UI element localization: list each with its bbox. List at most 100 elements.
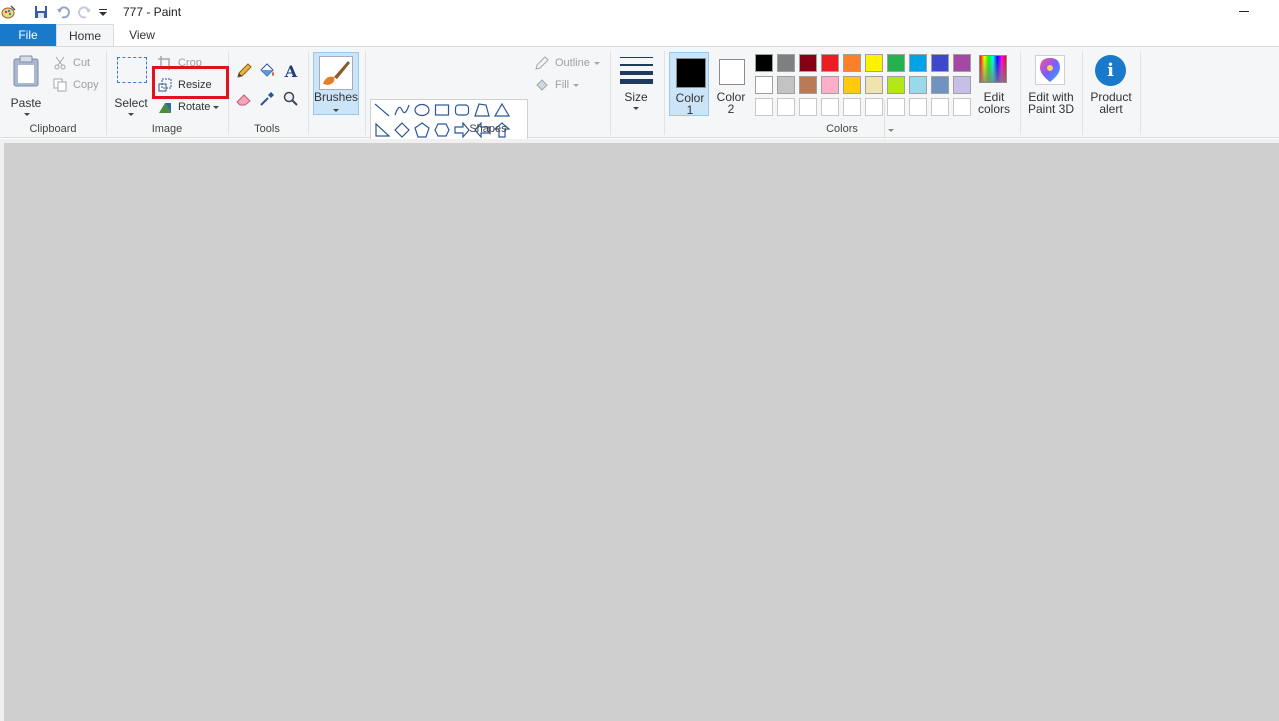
edit-colors-button[interactable]: Edit colors xyxy=(976,52,1012,116)
undo-icon[interactable] xyxy=(54,3,72,21)
separator xyxy=(308,51,309,135)
outline-button[interactable]: Outline xyxy=(534,53,600,73)
fill-bucket-icon[interactable] xyxy=(257,61,277,81)
separator xyxy=(1140,51,1141,135)
palette-swatch[interactable] xyxy=(909,98,927,116)
curve-shape-icon[interactable] xyxy=(392,100,412,120)
palette-swatch[interactable] xyxy=(865,98,883,116)
palette-swatch[interactable] xyxy=(909,54,927,72)
window-title: 777 - Paint xyxy=(123,5,182,19)
size-button[interactable]: Size xyxy=(616,53,658,113)
palette-swatch[interactable] xyxy=(821,98,839,116)
tab-view[interactable]: View xyxy=(114,24,170,46)
shapes-group-label: Shapes xyxy=(469,123,507,135)
canvas-area[interactable] xyxy=(0,139,1279,721)
clipboard-group-label: Clipboard xyxy=(29,123,77,135)
color2-label-line2: 2 xyxy=(727,102,735,116)
redo-icon[interactable] xyxy=(76,3,94,21)
palette-swatch[interactable] xyxy=(865,76,883,94)
palette-swatch[interactable] xyxy=(843,54,861,72)
rounded-rectangle-shape-icon[interactable] xyxy=(452,100,472,120)
paint3d-icon xyxy=(1035,55,1065,85)
palette-swatch[interactable] xyxy=(909,76,927,94)
text-tool-icon[interactable]: A xyxy=(281,61,301,81)
copy-icon xyxy=(52,77,68,93)
palette-swatch[interactable] xyxy=(887,76,905,94)
brushes-dropdown-icon xyxy=(333,109,339,112)
separator xyxy=(1020,51,1021,135)
palette-swatch[interactable] xyxy=(865,54,883,72)
palette-swatch[interactable] xyxy=(777,76,795,94)
palette-swatch[interactable] xyxy=(887,54,905,72)
palette-swatch[interactable] xyxy=(755,98,773,116)
minimize-button[interactable] xyxy=(1232,0,1256,22)
eraser-icon[interactable] xyxy=(234,89,254,109)
select-dropdown-icon xyxy=(128,113,134,116)
color1-button[interactable]: Color 1 xyxy=(669,52,709,117)
save-icon[interactable] xyxy=(32,3,50,21)
rotate-dropdown-icon xyxy=(213,105,220,109)
tab-home[interactable]: Home xyxy=(56,24,114,47)
ribbon-tabs: File Home View xyxy=(0,24,1279,47)
color1-swatch xyxy=(676,58,706,88)
palette-swatch[interactable] xyxy=(755,76,773,94)
palette-swatch[interactable] xyxy=(843,76,861,94)
paste-dropdown-icon xyxy=(24,113,30,116)
line-size-icon xyxy=(620,57,654,87)
title-bar: 777 - Paint xyxy=(0,0,1279,24)
triangle-shape-icon[interactable] xyxy=(492,100,512,120)
palette-swatch[interactable] xyxy=(821,76,839,94)
color-picker-icon[interactable] xyxy=(257,89,277,109)
palette-swatch[interactable] xyxy=(821,54,839,72)
palette-swatch[interactable] xyxy=(799,98,817,116)
palette-swatch[interactable] xyxy=(799,76,817,94)
palette-swatch[interactable] xyxy=(953,54,971,72)
paint-app-icon[interactable] xyxy=(0,3,18,21)
copy-label: Copy xyxy=(73,79,99,91)
line-shape-icon[interactable] xyxy=(372,100,392,120)
polygon-shape-icon[interactable] xyxy=(472,100,492,120)
outline-dropdown-icon xyxy=(593,61,600,65)
palette-swatch[interactable] xyxy=(953,76,971,94)
customize-quick-access-icon[interactable] xyxy=(96,3,110,21)
outline-label: Outline xyxy=(555,57,590,69)
copy-button[interactable]: Copy xyxy=(52,75,99,95)
fill-icon xyxy=(534,77,550,93)
fill-label: Fill xyxy=(555,79,570,91)
palette-swatch[interactable] xyxy=(931,54,949,72)
cut-label: Cut xyxy=(73,57,91,69)
color-spectrum-icon xyxy=(979,55,1007,83)
rectangle-shape-icon[interactable] xyxy=(432,100,452,120)
palette-swatch[interactable] xyxy=(953,98,971,116)
paste-label: Paste xyxy=(10,96,42,110)
palette-swatch[interactable] xyxy=(755,54,773,72)
separator xyxy=(610,51,611,135)
color2-button[interactable]: Color 2 xyxy=(711,52,751,116)
palette-swatch[interactable] xyxy=(777,98,795,116)
palette-swatch[interactable] xyxy=(777,54,795,72)
tab-file[interactable]: File xyxy=(0,24,56,46)
rotate-button[interactable]: Rotate xyxy=(157,97,220,117)
brushes-button[interactable]: Brushes xyxy=(313,52,359,115)
palette-swatch[interactable] xyxy=(887,98,905,116)
clipboard-icon xyxy=(12,55,40,90)
color1-label-line2: 1 xyxy=(686,103,694,117)
paste-button[interactable]: Paste xyxy=(8,53,46,116)
palette-swatch[interactable] xyxy=(931,98,949,116)
select-button[interactable]: Select xyxy=(112,53,150,116)
cut-button[interactable]: Cut xyxy=(52,53,90,73)
palette-swatch[interactable] xyxy=(843,98,861,116)
magnifier-icon[interactable] xyxy=(281,89,301,109)
palette-swatch[interactable] xyxy=(931,76,949,94)
size-dropdown-icon xyxy=(633,107,639,110)
palette-swatch[interactable] xyxy=(799,54,817,72)
rotate-icon xyxy=(157,99,173,115)
select-label: Select xyxy=(114,96,148,110)
oval-shape-icon[interactable] xyxy=(412,100,432,120)
fill-button[interactable]: Fill xyxy=(534,75,580,95)
edit-with-paint3d-button[interactable]: Edit with Paint 3D xyxy=(1024,52,1078,118)
select-rectangle-icon xyxy=(117,57,147,83)
product-alert-button[interactable]: i Product alert xyxy=(1086,52,1136,118)
pencil-icon[interactable] xyxy=(234,61,254,81)
edit-colors-label-line2: colors xyxy=(977,102,1010,116)
